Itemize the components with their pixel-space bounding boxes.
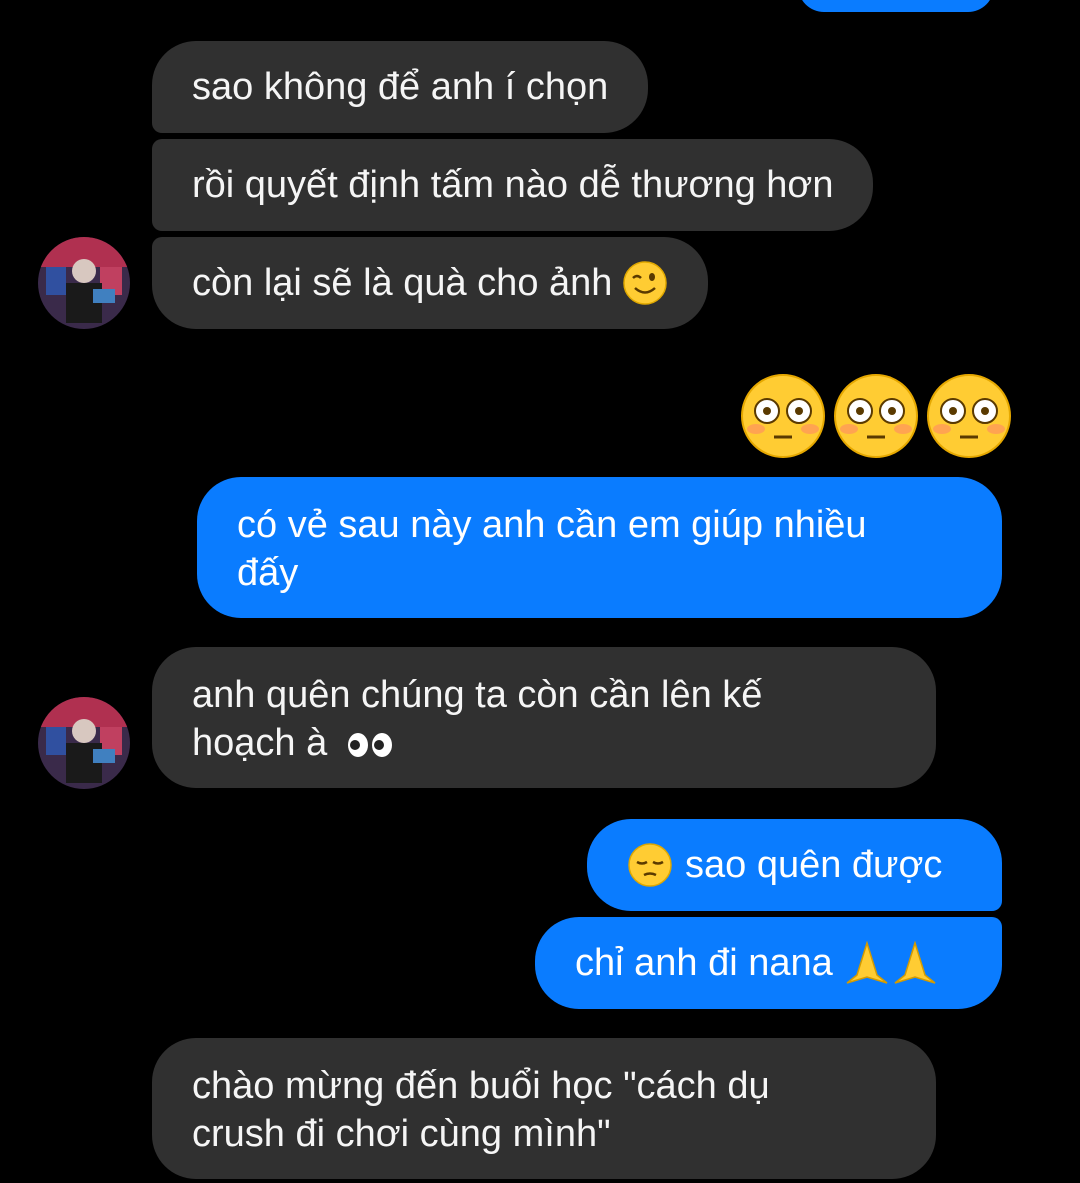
message-text-line-1: chào mừng đến buổi học "cách dụ bbox=[192, 1065, 770, 1107]
pensive-emoji-icon bbox=[628, 843, 672, 887]
message-bubble-incoming[interactable]: chào mừng đến buổi học "cách dụ crush đi… bbox=[152, 1038, 936, 1179]
message-bubble-outgoing[interactable]: có vẻ sau này anh cần em giúp nhiều đấy bbox=[197, 477, 1002, 618]
flushed-emoji-icon bbox=[927, 374, 1011, 458]
message-text-line-2: crush đi chơi cùng mình" bbox=[192, 1113, 611, 1155]
message-text: sao không để anh í chọn bbox=[192, 66, 609, 108]
message-bubble-outgoing[interactable]: chỉ anh đi nana bbox=[535, 917, 1002, 1009]
message-text-line-2: đấy bbox=[237, 552, 299, 594]
message-text: còn lại sẽ là quà cho ảnh bbox=[192, 262, 613, 304]
message-bubble-outgoing[interactable]: sao quên được bbox=[587, 819, 1002, 911]
message-bubble-incoming[interactable]: anh quên chúng ta còn cần lên kế hoạch à bbox=[152, 647, 936, 788]
message-text-line-1: anh quên chúng ta còn cần lên kế bbox=[192, 674, 763, 716]
wink-emoji-icon bbox=[623, 261, 668, 305]
message-text-line-2: hoạch à bbox=[192, 719, 896, 767]
contact-avatar[interactable] bbox=[38, 697, 130, 789]
outgoing-bubble-partial[interactable] bbox=[798, 0, 994, 12]
message-text: chỉ anh đi nana bbox=[575, 942, 833, 984]
eyes-emoji-icon bbox=[347, 732, 392, 757]
folded-hands-emoji-icon bbox=[846, 941, 936, 984]
flushed-emoji-icon bbox=[834, 374, 918, 458]
message-text: hoạch à bbox=[192, 722, 328, 764]
message-text-line-1: có vẻ sau này anh cần em giúp nhiều bbox=[237, 504, 867, 546]
message-bubble-incoming[interactable]: rồi quyết định tấm nào dễ thương hơn bbox=[152, 139, 874, 231]
contact-avatar[interactable] bbox=[38, 237, 130, 329]
message-bubble-incoming[interactable]: còn lại sẽ là quà cho ảnh bbox=[152, 237, 709, 329]
message-bubble-incoming[interactable]: sao không để anh í chọn bbox=[152, 41, 649, 133]
message-text: rồi quyết định tấm nào dễ thương hơn bbox=[192, 164, 834, 206]
message-text: sao quên được bbox=[685, 844, 943, 886]
flushed-emoji-icon bbox=[741, 374, 825, 458]
